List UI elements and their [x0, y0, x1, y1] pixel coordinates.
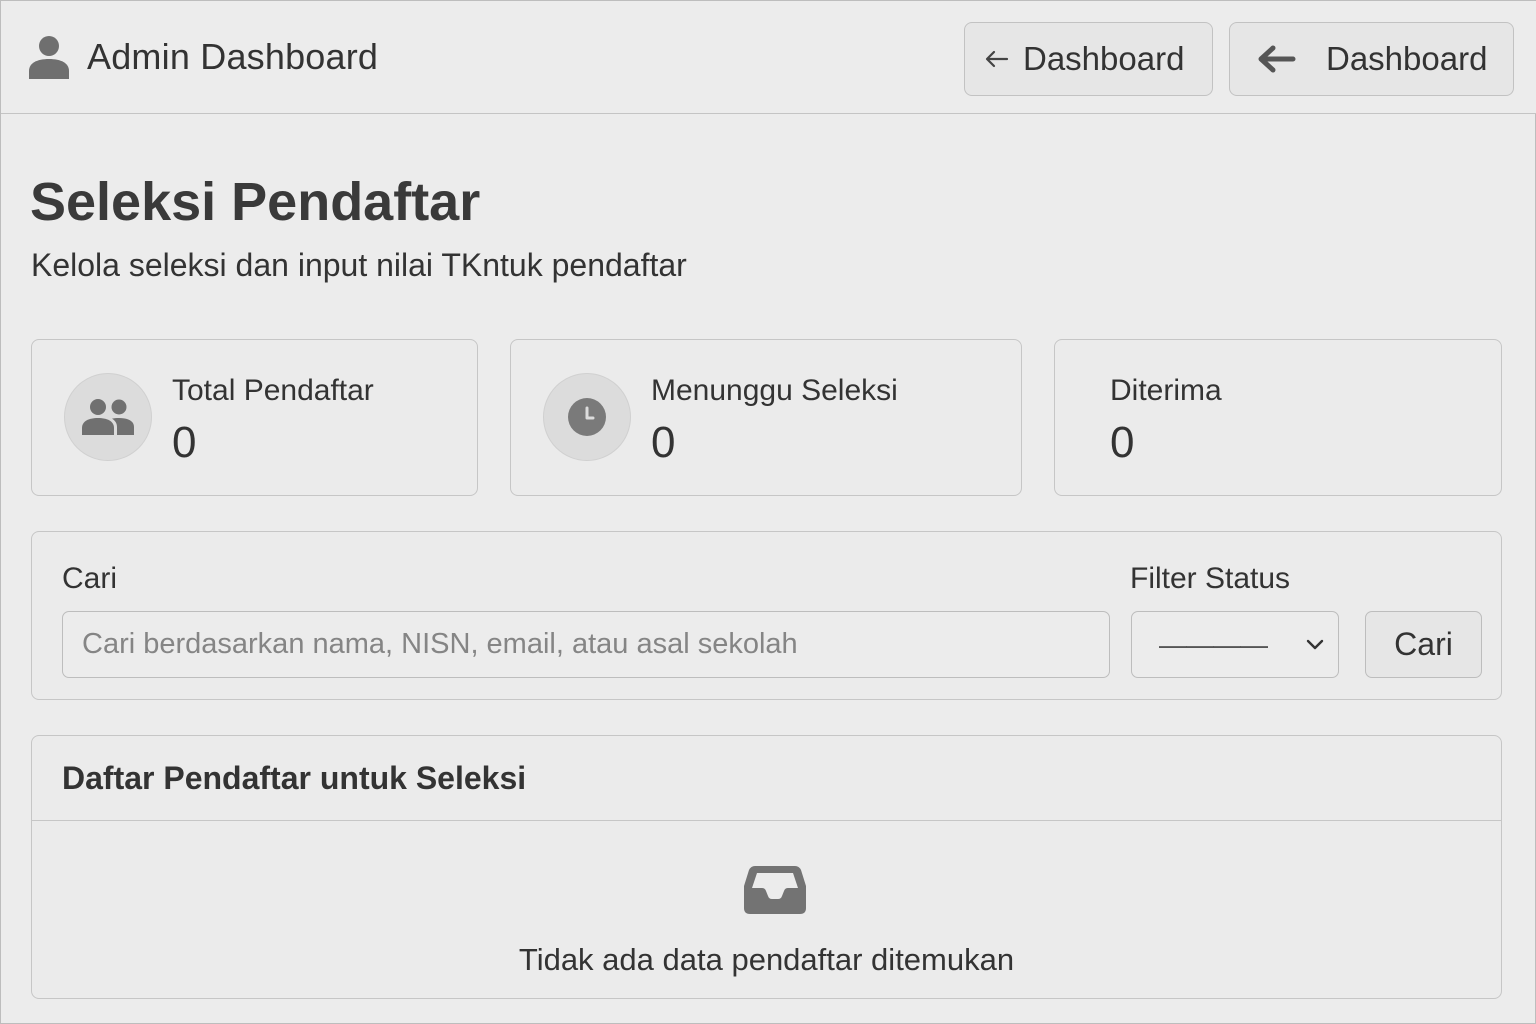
app-title: Admin Dashboard	[87, 36, 379, 77]
chevron-down-icon	[1306, 639, 1324, 649]
brand: Admin Dashboard	[29, 35, 378, 79]
list-header: Daftar Pendaftar untuk Seleksi	[32, 736, 1501, 821]
stat-label: Diterima	[1110, 374, 1222, 407]
stat-label: Menunggu Seleksi	[651, 374, 898, 407]
list-title: Daftar Pendaftar untuk Seleksi	[62, 759, 527, 796]
stat-card-waiting: Menunggu Seleksi 0	[510, 339, 1022, 496]
status-select-value: ————	[1159, 628, 1268, 660]
person-icon	[29, 36, 69, 79]
arrow-left-icon	[985, 50, 1009, 68]
search-input[interactable]	[62, 611, 1110, 678]
inbox-icon	[744, 866, 806, 914]
empty-state: Tidak ada data pendaftar ditemukan	[32, 822, 1501, 998]
status-select[interactable]: ————	[1131, 611, 1339, 678]
dashboard-back-button-secondary[interactable]: Dashboard	[1229, 22, 1514, 96]
page: Admin Dashboard Dashboard Dashboard Sele…	[0, 0, 1536, 1024]
stat-icon-circle	[64, 373, 152, 461]
page-subtitle: Kelola seleksi dan input nilai TKntuk pe…	[31, 247, 687, 283]
users-icon	[82, 399, 134, 435]
filter-panel: Cari Filter Status ———— Cari	[31, 531, 1502, 700]
applicant-list-panel: Daftar Pendaftar untuk Seleksi Tidak ada…	[31, 735, 1502, 999]
stat-card-accepted: Diterima 0	[1054, 339, 1502, 496]
dashboard-back-button[interactable]: Dashboard	[964, 22, 1213, 96]
stat-value: 0	[172, 418, 197, 467]
stat-value: 0	[1110, 418, 1135, 467]
top-bar: Admin Dashboard Dashboard Dashboard	[1, 1, 1536, 114]
dashboard-back-label-secondary: Dashboard	[1326, 40, 1488, 77]
clock-icon	[568, 398, 606, 436]
stat-icon-circle	[543, 373, 631, 461]
filter-status-label: Filter Status	[1130, 562, 1291, 595]
stat-label: Total Pendaftar	[172, 374, 374, 407]
page-title: Seleksi Pendaftar	[30, 172, 481, 232]
search-button[interactable]: Cari	[1365, 611, 1482, 678]
empty-message: Tidak ada data pendaftar ditemukan	[518, 942, 1015, 977]
dashboard-back-label: Dashboard	[1023, 40, 1185, 77]
search-label: Cari	[62, 562, 118, 595]
arrow-left-bold-icon	[1258, 45, 1296, 73]
stat-card-total: Total Pendaftar 0	[31, 339, 478, 496]
stat-value: 0	[651, 418, 676, 467]
